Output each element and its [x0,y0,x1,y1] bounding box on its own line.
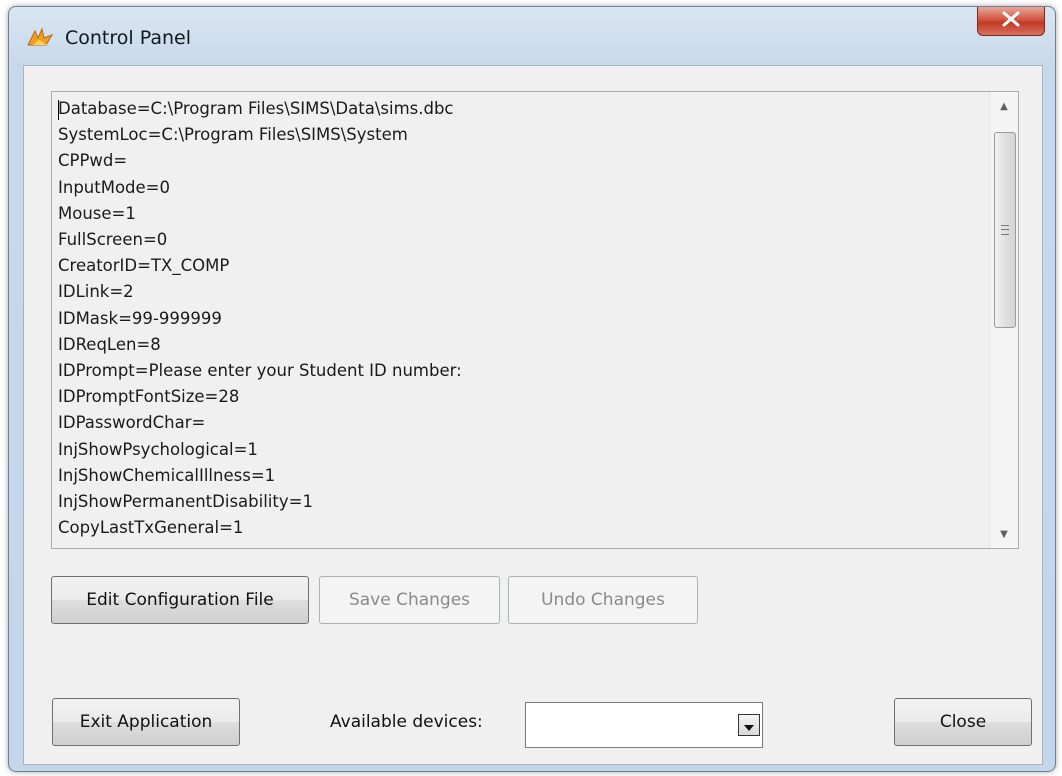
undo-changes-button[interactable]: Undo Changes [508,576,698,624]
config-line: IDReqLen=8 [58,334,161,354]
window-title: Control Panel [65,27,191,49]
config-line: CopyLastTxGeneral=1 [58,518,244,538]
config-line: Database=C:\Program Files\SIMS\Data\sims… [58,99,454,118]
config-line: InjShowPsychological=1 [58,439,258,459]
config-line: IDPromptFontSize=28 [58,387,240,407]
config-text-editor[interactable]: Database=C:\Program Files\SIMS\Data\sims… [51,91,1019,549]
config-line: InjShowChemicalIllness=1 [58,465,276,485]
exit-application-button[interactable]: Exit Application [52,698,240,746]
client-area: Database=C:\Program Files\SIMS\Data\sims… [23,65,1043,765]
available-devices-select[interactable] [525,702,763,748]
config-line: FullScreen=0 [58,230,168,250]
config-line: CreatorID=TX_COMP [58,256,230,276]
grip-icon [1001,225,1009,235]
window-close-button[interactable] [977,7,1045,36]
config-line: IDPrompt=Please enter your Student ID nu… [58,361,462,381]
config-line: IDPasswordChar= [58,413,206,433]
scroll-down-arrow-icon[interactable]: ▼ [990,520,1018,548]
chevron-down-icon [744,716,754,735]
text-caret [58,100,59,120]
config-line: IDLink=2 [58,282,134,302]
config-line: InputMode=0 [58,177,171,197]
save-changes-button[interactable]: Save Changes [319,576,500,624]
dropdown-button[interactable] [738,714,760,736]
config-line: IDMask=99-999999 [58,308,222,328]
config-line: InjShowPermanentDisability=1 [58,492,313,512]
config-line: SystemLoc=C:\Program Files\SIMS\System [58,125,408,145]
config-text-content[interactable]: Database=C:\Program Files\SIMS\Data\sims… [58,96,988,541]
available-devices-label: Available devices: [330,712,483,732]
edit-configuration-file-button[interactable]: Edit Configuration File [51,576,309,624]
config-line: Mouse=1 [58,203,136,223]
vertical-scrollbar[interactable]: ▲ ▼ [989,92,1018,548]
scroll-up-arrow-icon[interactable]: ▲ [990,92,1018,120]
scrollbar-thumb[interactable] [994,132,1016,328]
control-panel-window: Control Panel Database=C:\Program Files\… [8,6,1056,772]
config-line: CPPwd= [58,151,128,171]
close-button[interactable]: Close [894,698,1032,746]
close-icon [1002,11,1020,31]
app-fox-icon [25,23,55,53]
